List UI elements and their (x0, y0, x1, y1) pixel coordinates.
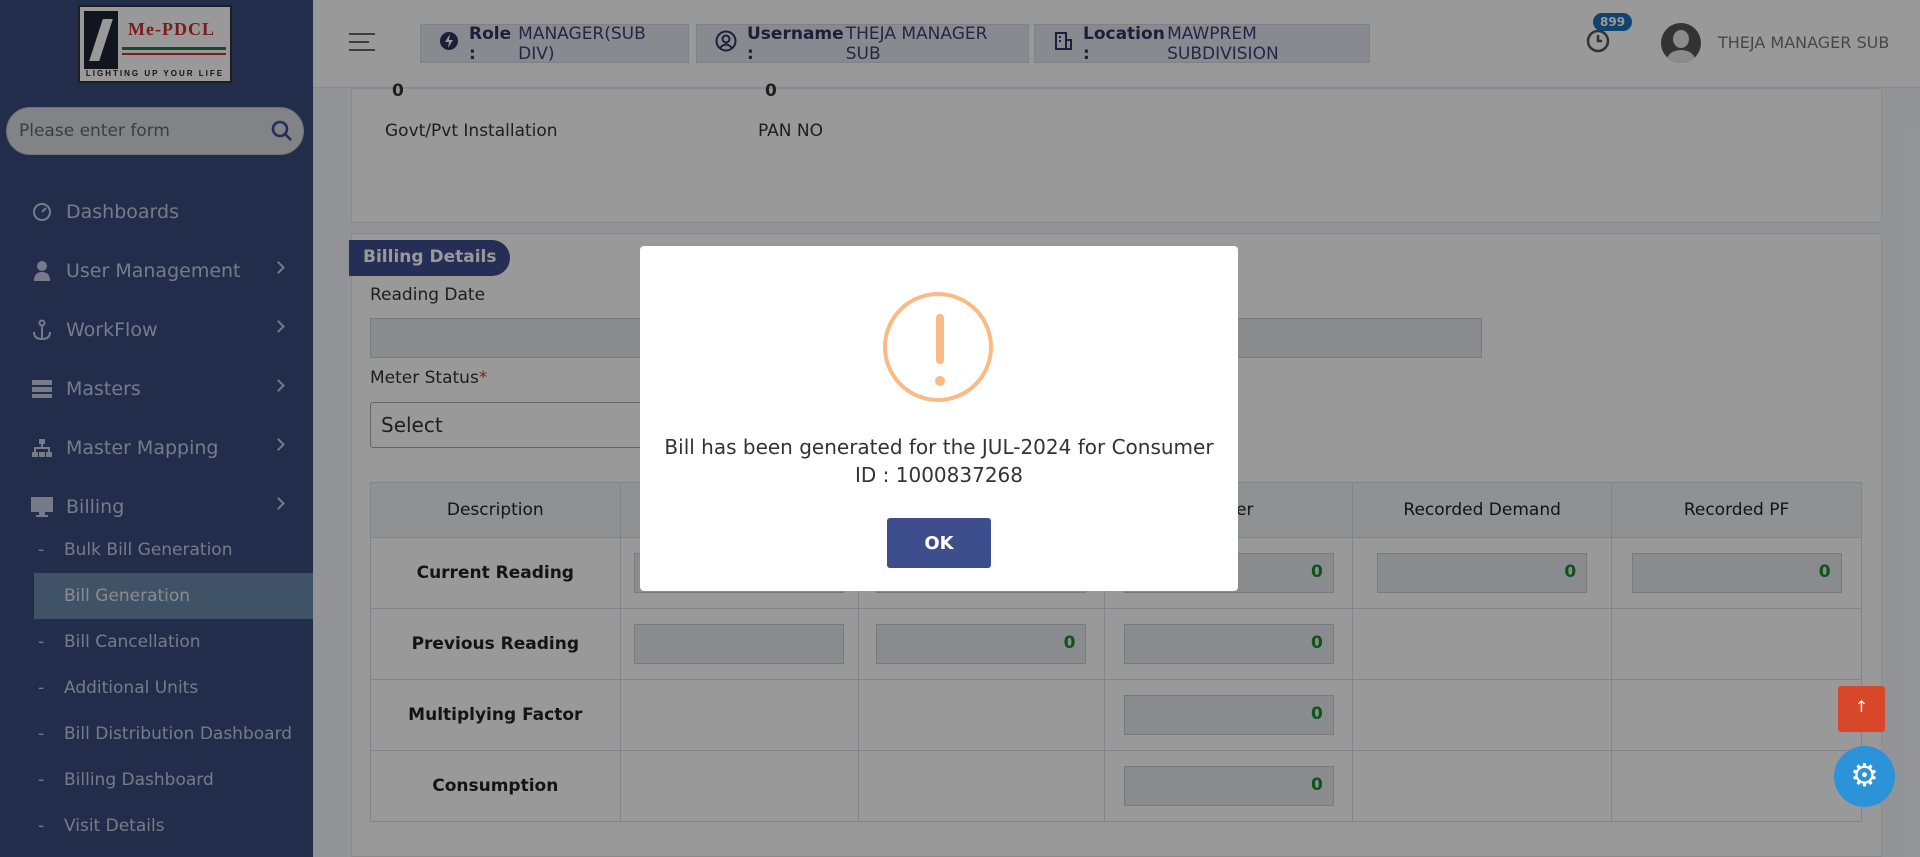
ok-button[interactable]: OK (887, 518, 991, 568)
settings-button[interactable]: ⚙ (1834, 746, 1895, 807)
gear-icon: ⚙ (1850, 756, 1879, 794)
dialog-message: Bill has been generated for the JUL-2024… (664, 435, 1214, 487)
scroll-top-button[interactable] (1838, 686, 1885, 732)
alert-dialog: Bill has been generated for the JUL-2024… (640, 246, 1238, 591)
warning-icon (883, 292, 993, 402)
